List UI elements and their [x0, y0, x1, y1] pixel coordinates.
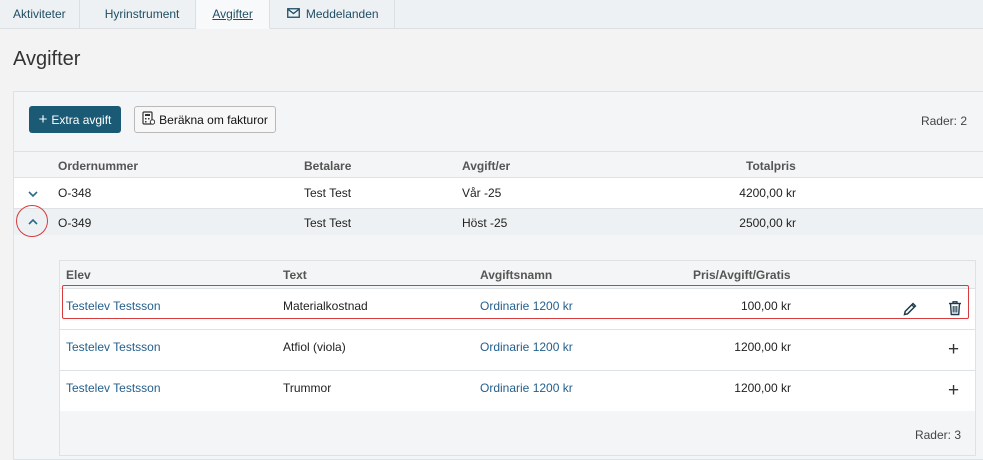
tab-hyrinstrument[interactable]: Hyrinstrument	[80, 0, 197, 28]
fee-text: Atfiol (viola)	[283, 340, 346, 354]
details-table-header: Elev Text Avgiftsnamn Pris/Avgift/Gratis	[60, 261, 975, 288]
chevron-down-icon[interactable]	[25, 186, 41, 202]
table-row: Testelev Testsson Trummor Ordinarie 1200…	[60, 370, 975, 411]
tab-label: Hyrinstrument	[104, 7, 180, 21]
col-order-number: Ordernummer	[58, 159, 139, 173]
col-student: Elev	[66, 268, 91, 282]
tab-avgifter[interactable]: Avgifter	[196, 0, 270, 29]
fees-card: + Extra avgift Beräkna om fakturor Rader…	[13, 91, 983, 460]
col-price: Pris/Avgift/Gratis	[693, 268, 791, 282]
student-link[interactable]: Testelev Testsson	[66, 381, 161, 395]
col-text: Text	[283, 268, 307, 282]
calculator-icon	[142, 111, 156, 128]
order-number: O-348	[58, 186, 92, 200]
extra-fee-label: Extra avgift	[51, 112, 112, 127]
orders-table-header: Ordernummer Betalare Avgift/er Totalpris	[14, 151, 983, 178]
envelope-icon	[286, 7, 300, 21]
plus-icon[interactable]: +	[948, 340, 959, 359]
fee-price: 1200,00 kr	[734, 340, 791, 354]
col-payer: Betalare	[304, 159, 352, 173]
page-title: Avgifter	[13, 48, 81, 70]
table-row: O-349 Test Test Höst -25 2500,00 kr	[14, 208, 983, 235]
total-price: 4200,00 kr	[739, 186, 796, 200]
highlight-circle	[16, 205, 48, 237]
fee-name-link[interactable]: Ordinarie 1200 kr	[480, 340, 573, 354]
recalc-invoices-button[interactable]: Beräkna om fakturor	[134, 106, 276, 133]
tab-bar: Aktiviteter Hyrinstrument Avgifter Medde…	[0, 0, 983, 29]
fees: Höst -25	[462, 216, 508, 230]
rows-count: Rader: 3	[914, 428, 961, 442]
tab-label: Aktiviteter	[13, 7, 66, 21]
fee-price: 1200,00 kr	[734, 381, 791, 395]
col-fee-name: Avgiftsnamn	[480, 268, 553, 282]
table-row: O-348 Test Test Vår -25 4200,00 kr	[14, 177, 983, 208]
fees: Vår -25	[462, 186, 502, 200]
extra-fee-button[interactable]: + Extra avgift	[29, 106, 121, 133]
payer: Test Test	[304, 216, 352, 230]
fee-text: Trummor	[283, 381, 332, 395]
student-link[interactable]: Testelev Testsson	[66, 340, 161, 354]
tab-label: Avgifter	[212, 7, 253, 21]
tab-label: Meddelanden	[305, 7, 379, 21]
total-price: 2500,00 kr	[739, 216, 796, 230]
highlight-box	[62, 285, 969, 319]
rows-count: Rader: 2	[920, 114, 967, 128]
col-total: Totalpris	[746, 159, 796, 173]
col-fees: Avgift/er	[462, 159, 511, 173]
plus-icon[interactable]: +	[948, 381, 959, 400]
order-number: O-349	[58, 216, 92, 230]
plus-icon: +	[38, 110, 48, 128]
tab-aktiviteter[interactable]: Aktiviteter	[0, 0, 80, 28]
fee-name-link[interactable]: Ordinarie 1200 kr	[480, 381, 573, 395]
recalc-invoices-label: Beräkna om fakturor	[159, 112, 268, 127]
tab-meddelanden[interactable]: Meddelanden	[270, 0, 395, 28]
table-row: Testelev Testsson Atfiol (viola) Ordinar…	[60, 329, 975, 370]
payer: Test Test	[304, 186, 352, 200]
